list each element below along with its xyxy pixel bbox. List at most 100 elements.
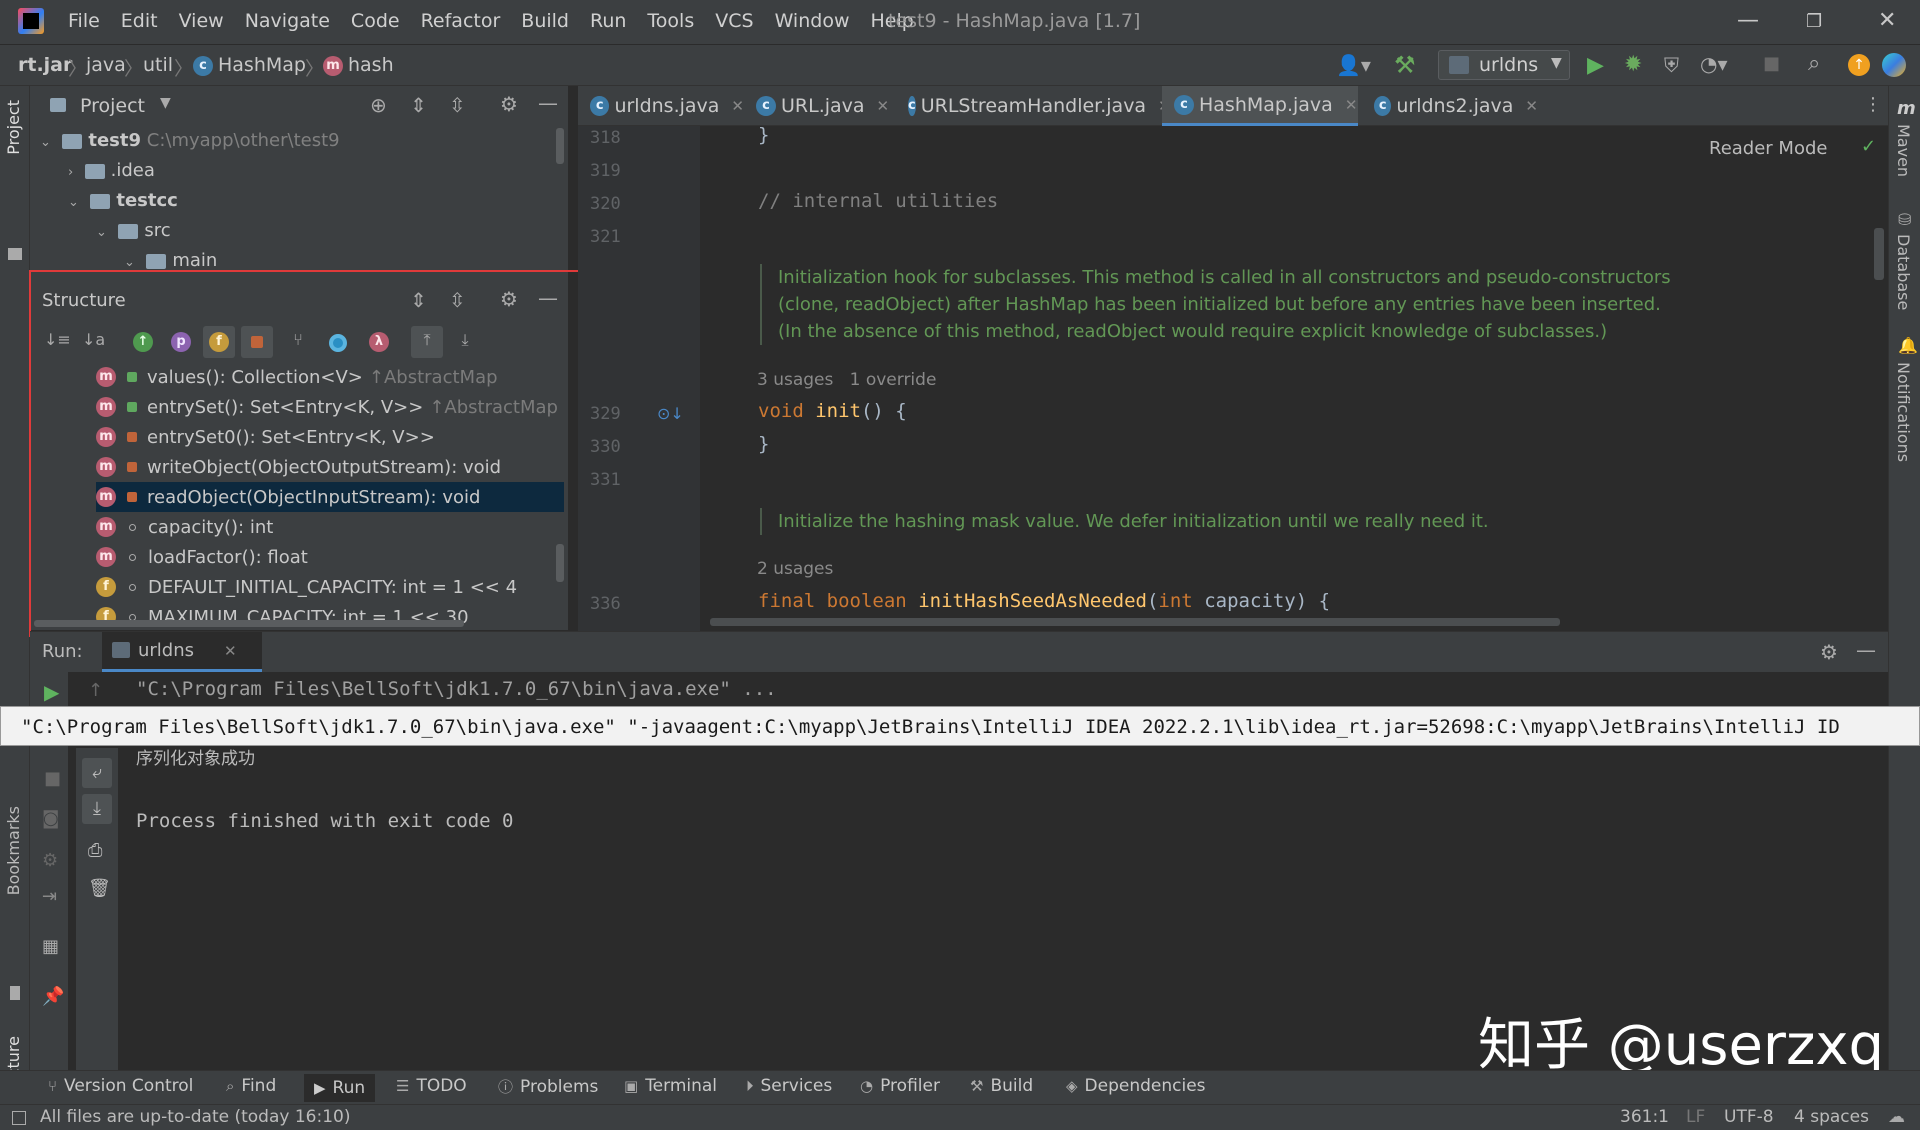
run-icon[interactable]: ▶ [1587, 53, 1604, 78]
menu-build[interactable]: Build [521, 10, 569, 32]
close-tab-icon[interactable]: ✕ [731, 97, 744, 115]
menu-tools[interactable]: Tools [647, 10, 694, 32]
hide-icon[interactable]: — [1856, 638, 1876, 662]
tool-find[interactable]: ⌕ Find [226, 1076, 276, 1096]
soft-wrap-icon[interactable]: ⤶ [82, 758, 112, 788]
pin-icon[interactable]: 📌 [42, 986, 64, 1007]
breadcrumb-hash[interactable]: m hash [323, 54, 394, 76]
tool-run[interactable]: ▶ Run [304, 1074, 376, 1102]
breadcrumb-util[interactable]: util [143, 54, 173, 76]
horizontal-scrollbar[interactable] [710, 618, 1560, 626]
scrollbar[interactable] [556, 128, 564, 164]
gear-icon[interactable]: ⚙ [1820, 640, 1838, 664]
menu-window[interactable]: Window [775, 10, 850, 32]
notifications-tool-button[interactable]: Notifications [1894, 362, 1913, 462]
override-label[interactable]: 1 override [850, 370, 937, 390]
restore-icon[interactable]: ❐ [1806, 11, 1822, 32]
tool-services[interactable]: ⏵ Services [746, 1076, 832, 1096]
usages-hint[interactable]: 3 usages 1 override [757, 370, 936, 390]
reader-mode-toggle[interactable]: Reader Mode [1709, 138, 1827, 159]
layout-icon[interactable]: ▦ [42, 936, 59, 957]
trash-icon[interactable]: 🗑 [88, 878, 111, 899]
tree-row[interactable]: › .idea [68, 160, 155, 181]
tool-dependencies[interactable]: ◈ Dependencies [1066, 1076, 1206, 1096]
tree-row[interactable]: ⌄ test9 C:\myapp\other\test9 [40, 130, 340, 151]
tree-row[interactable]: ⌄ testcc [68, 190, 178, 211]
chevron-down-icon[interactable]: ▼ [160, 95, 171, 111]
menu-code[interactable]: Code [351, 10, 400, 32]
menu-view[interactable]: View [179, 10, 224, 32]
build-hammer-icon[interactable]: ⚒ [1394, 51, 1416, 79]
caret-position[interactable]: 361:1 [1620, 1107, 1669, 1127]
up-icon[interactable]: ↑ [88, 680, 103, 701]
tab-urlstreamhandler[interactable]: cURLStreamHandler.java✕ [898, 86, 1171, 126]
scroll-to-end-icon[interactable]: ⤓ [82, 794, 112, 824]
project-tool-button[interactable]: Project [4, 100, 23, 155]
run-configuration-selector[interactable]: urldns ▼ [1438, 50, 1570, 80]
overrides-gutter-icon[interactable]: ⊙↓ [657, 404, 684, 423]
breadcrumb-java[interactable]: java [86, 54, 126, 76]
line-separator[interactable]: LF [1686, 1107, 1705, 1127]
stop-icon[interactable]: ■ [1763, 53, 1780, 74]
breadcrumb-hashmap[interactable]: c HashMap [193, 54, 306, 76]
memory-indicator-icon[interactable]: ☁ [1888, 1107, 1905, 1127]
tab-hashmap[interactable]: c HashMap.java ✕ [1162, 86, 1358, 126]
expand-all-icon[interactable]: ⇕ [410, 93, 427, 117]
rerun-icon[interactable]: ▶ [44, 680, 59, 704]
status-message[interactable]: All files are up-to-date (today 16:10) [40, 1107, 350, 1127]
hide-icon[interactable]: — [538, 91, 558, 115]
menu-file[interactable]: File [68, 10, 100, 32]
menu-navigate[interactable]: Navigate [245, 10, 330, 32]
menu-edit[interactable]: Edit [121, 10, 158, 32]
more-options-icon[interactable]: ⋮ [1864, 94, 1882, 115]
minimize-icon[interactable]: — [1737, 8, 1759, 33]
tool-version-control[interactable]: ⑂ Version Control [48, 1076, 193, 1096]
run-tab-urldns[interactable]: urldns ✕ [102, 632, 262, 672]
scrollbar[interactable] [1874, 228, 1884, 280]
indent-setting[interactable]: 4 spaces [1794, 1107, 1869, 1127]
login-icon[interactable]: ⇥ [42, 886, 57, 907]
gear-icon[interactable]: ⚙ [500, 92, 518, 116]
debug-icon[interactable]: ✹ [1624, 52, 1642, 77]
breadcrumb-rt-jar[interactable]: rt.jar [18, 54, 72, 76]
stop-icon[interactable]: ■ [44, 768, 61, 789]
jetbrains-ai-icon[interactable] [1882, 53, 1906, 77]
tool-terminal[interactable]: ▣ Terminal [624, 1076, 717, 1096]
user-icon[interactable]: 👤▾ [1336, 53, 1371, 77]
tool-problems[interactable]: ⓘ Problems [498, 1076, 598, 1097]
camera-icon[interactable]: ◙ [42, 808, 59, 829]
close-tab-icon[interactable]: ✕ [1525, 97, 1538, 115]
coverage-icon[interactable]: ⛨ [1664, 53, 1679, 77]
menu-refactor[interactable]: Refactor [421, 10, 501, 32]
print-icon[interactable]: ⎙ [88, 840, 102, 861]
settings-icon[interactable]: ⚙ [42, 850, 58, 871]
collapse-all-icon[interactable]: ⇳ [449, 93, 466, 117]
tool-todo[interactable]: ☰ TODO [396, 1076, 467, 1096]
close-tab-icon[interactable]: ✕ [1345, 96, 1358, 114]
menu-run[interactable]: Run [590, 10, 626, 32]
tool-build[interactable]: ⚒ Build [970, 1076, 1033, 1096]
tree-row[interactable]: ⌄ main [124, 250, 217, 271]
usages-hint[interactable]: 2 usages [757, 559, 833, 579]
search-icon[interactable]: ⌕ [1808, 51, 1820, 76]
tree-row[interactable]: ⌄ src [96, 220, 171, 241]
toggle-tool-windows-icon[interactable] [12, 1111, 26, 1125]
bookmarks-tool-button[interactable]: Bookmarks [4, 806, 23, 895]
maven-tool-button[interactable]: Maven [1894, 124, 1913, 177]
menu-vcs[interactable]: VCS [715, 10, 753, 32]
breadcrumb-separator: 〉 [124, 58, 144, 80]
tab-urldns[interactable]: c urldns.java ✕ [584, 86, 744, 126]
project-panel-title[interactable]: Project [80, 95, 145, 117]
profile-icon[interactable]: ◔▾ [1700, 52, 1728, 76]
usages-label[interactable]: 3 usages [757, 370, 833, 390]
locate-icon[interactable]: ⊕ [370, 93, 387, 117]
update-icon[interactable]: ↑ [1848, 54, 1870, 76]
database-tool-button[interactable]: Database [1894, 234, 1913, 310]
close-tab-icon[interactable]: ✕ [224, 642, 237, 660]
close-icon[interactable]: ✕ [1878, 8, 1896, 33]
close-tab-icon[interactable]: ✕ [877, 97, 890, 115]
tab-urldns2[interactable]: c urldns2.java ✕ [1368, 86, 1538, 126]
file-encoding[interactable]: UTF-8 [1724, 1107, 1774, 1127]
tab-url[interactable]: c URL.java ✕ [746, 86, 896, 126]
tool-profiler[interactable]: ◔ Profiler [860, 1076, 940, 1096]
